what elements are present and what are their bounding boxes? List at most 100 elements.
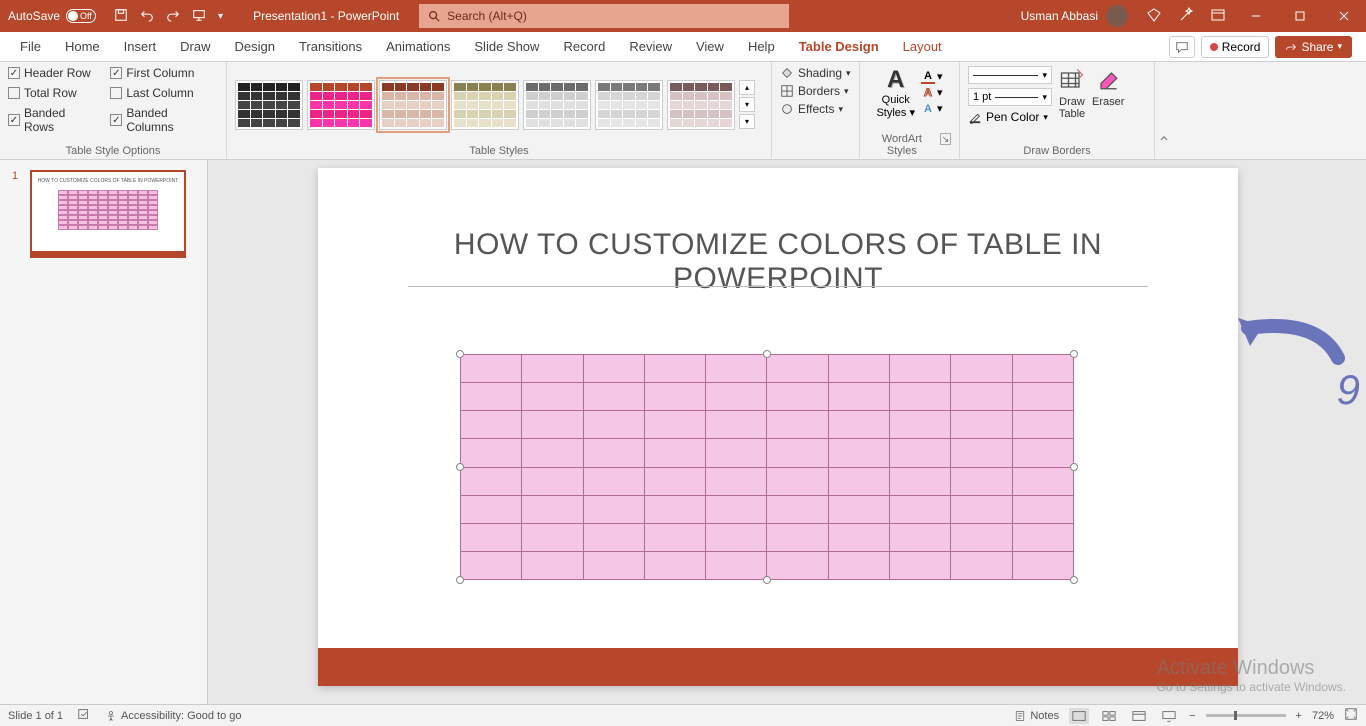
- tab-home[interactable]: Home: [53, 32, 112, 62]
- resize-handle[interactable]: [456, 463, 464, 471]
- dialog-launcher-icon[interactable]: ↘: [940, 133, 951, 145]
- present-icon[interactable]: [192, 8, 206, 25]
- slide: HOW TO CUSTOMIZE COLORS OF TABLE IN POWE…: [318, 168, 1238, 686]
- pen-weight-dropdown[interactable]: 1 pt▾: [968, 88, 1052, 106]
- ribbon: ✓Header Row Total Row ✓Banded Rows ✓Firs…: [0, 62, 1366, 160]
- gallery-scroll-button[interactable]: ▴: [739, 80, 755, 95]
- gallery-scroll-button[interactable]: ▾: [739, 97, 755, 112]
- tab-table-design[interactable]: Table Design: [787, 32, 891, 62]
- user-account[interactable]: Usman Abbasi: [1011, 5, 1138, 27]
- tab-draw[interactable]: Draw: [168, 32, 222, 62]
- toggle-knob: [68, 11, 78, 21]
- undo-icon[interactable]: [140, 8, 154, 25]
- text-fill-button[interactable]: A▾: [921, 70, 943, 84]
- notes-button[interactable]: Notes: [1014, 710, 1059, 722]
- normal-view-icon[interactable]: [1069, 708, 1089, 724]
- group-label-table-styles: Table Styles: [235, 143, 763, 157]
- table-style-thumb[interactable]: [451, 80, 519, 130]
- borders-button[interactable]: Borders▾: [780, 84, 849, 98]
- autosave-label: AutoSave: [8, 9, 60, 23]
- chk-first-column[interactable]: ✓First Column: [110, 66, 218, 80]
- qat-more-icon[interactable]: ▾: [218, 11, 223, 22]
- chk-banded-columns[interactable]: ✓Banded Columns: [110, 106, 218, 134]
- sorter-view-icon[interactable]: [1099, 708, 1119, 724]
- table-style-thumb[interactable]: [523, 80, 591, 130]
- slideshow-view-icon[interactable]: [1159, 708, 1179, 724]
- chk-total-row[interactable]: Total Row: [8, 86, 98, 100]
- window-controls: [1234, 0, 1366, 32]
- table-style-thumb[interactable]: [667, 80, 735, 130]
- search-box[interactable]: Search (Alt+Q): [419, 4, 789, 28]
- resize-handle[interactable]: [1070, 350, 1078, 358]
- share-button[interactable]: Share▾: [1275, 36, 1352, 58]
- redo-icon[interactable]: [166, 8, 180, 25]
- gallery-more-button[interactable]: ▾: [739, 114, 755, 129]
- resize-handle[interactable]: [763, 576, 771, 584]
- selected-table[interactable]: [460, 354, 1074, 580]
- group-table-styles: ▴ ▾ ▾ Table Styles: [227, 62, 772, 159]
- pen-color-button[interactable]: Pen Color▾: [968, 110, 1052, 124]
- quick-access-toolbar: ▾: [104, 8, 233, 25]
- table-style-thumb[interactable]: [595, 80, 663, 130]
- windows-activation-watermark: Activate Windows Go to Settings to activ…: [1157, 657, 1346, 694]
- wand-icon[interactable]: [1170, 7, 1202, 26]
- autosave-toggle[interactable]: AutoSave Off: [0, 9, 104, 23]
- table-style-thumb[interactable]: [307, 80, 375, 130]
- effects-button[interactable]: Effects▾: [780, 102, 843, 116]
- table-style-thumb[interactable]: [379, 80, 447, 130]
- table-style-thumb[interactable]: [235, 80, 303, 130]
- quick-styles-button[interactable]: A Quick Styles ▾: [876, 66, 915, 119]
- close-button[interactable]: [1322, 0, 1366, 32]
- record-button[interactable]: Record: [1201, 36, 1270, 58]
- chk-banded-rows[interactable]: ✓Banded Rows: [8, 106, 98, 134]
- text-outline-button[interactable]: A▾: [921, 86, 943, 100]
- workspace: 1 HOW TO CUSTOMIZE COLORS OF TABLE IN PO…: [0, 160, 1366, 704]
- ribbon-mode-icon[interactable]: [1202, 7, 1234, 26]
- slide-thumbnail-1[interactable]: HOW TO CUSTOMIZE COLORS OF TABLE IN POWE…: [30, 170, 186, 258]
- reading-view-icon[interactable]: [1129, 708, 1149, 724]
- tab-file[interactable]: File: [8, 32, 53, 62]
- tab-layout[interactable]: Layout: [891, 32, 954, 62]
- resize-handle[interactable]: [763, 350, 771, 358]
- accessibility-status[interactable]: Accessibility: Good to go: [105, 710, 241, 722]
- draw-table-button[interactable]: Draw Table: [1058, 66, 1086, 120]
- comments-button[interactable]: [1169, 36, 1195, 58]
- tab-transitions[interactable]: Transitions: [287, 32, 374, 62]
- diamond-icon[interactable]: [1138, 7, 1170, 26]
- annotation-arrow: 9: [1228, 308, 1366, 428]
- maximize-button[interactable]: [1278, 0, 1322, 32]
- tab-design[interactable]: Design: [223, 32, 287, 62]
- eraser-button[interactable]: Eraser: [1092, 66, 1124, 108]
- search-placeholder: Search (Alt+Q): [447, 9, 527, 23]
- tab-help[interactable]: Help: [736, 32, 787, 62]
- resize-handle[interactable]: [1070, 463, 1078, 471]
- slide-canvas[interactable]: HOW TO CUSTOMIZE COLORS OF TABLE IN POWE…: [208, 160, 1366, 704]
- tab-record[interactable]: Record: [551, 32, 617, 62]
- resize-handle[interactable]: [1070, 576, 1078, 584]
- chk-header-row[interactable]: ✓Header Row: [8, 66, 98, 80]
- tab-slide-show[interactable]: Slide Show: [462, 32, 551, 62]
- zoom-out-button[interactable]: −: [1189, 710, 1195, 722]
- tab-animations[interactable]: Animations: [374, 32, 462, 62]
- collapse-ribbon-button[interactable]: ⌃: [1155, 62, 1173, 159]
- zoom-slider[interactable]: [1206, 714, 1286, 717]
- resize-handle[interactable]: [456, 350, 464, 358]
- zoom-level[interactable]: 72%: [1312, 710, 1334, 722]
- search-icon: [427, 9, 441, 23]
- text-effects-button[interactable]: A▾: [921, 102, 943, 116]
- ribbon-tabs: File Home Insert Draw Design Transitions…: [0, 32, 1366, 62]
- tab-insert[interactable]: Insert: [112, 32, 169, 62]
- chk-last-column[interactable]: Last Column: [110, 86, 218, 100]
- resize-handle[interactable]: [456, 576, 464, 584]
- slide-counter[interactable]: Slide 1 of 1: [8, 710, 63, 722]
- pen-style-dropdown[interactable]: ▾: [968, 66, 1052, 84]
- save-icon[interactable]: [114, 8, 128, 25]
- tab-view[interactable]: View: [684, 32, 736, 62]
- spellcheck-icon[interactable]: [77, 707, 91, 724]
- group-shading-borders-effects: Shading▾ Borders▾ Effects▾: [772, 62, 860, 159]
- minimize-button[interactable]: [1234, 0, 1278, 32]
- tab-review[interactable]: Review: [617, 32, 684, 62]
- fit-to-window-icon[interactable]: [1344, 707, 1358, 724]
- zoom-in-button[interactable]: +: [1296, 710, 1302, 722]
- shading-button[interactable]: Shading▾: [780, 66, 851, 80]
